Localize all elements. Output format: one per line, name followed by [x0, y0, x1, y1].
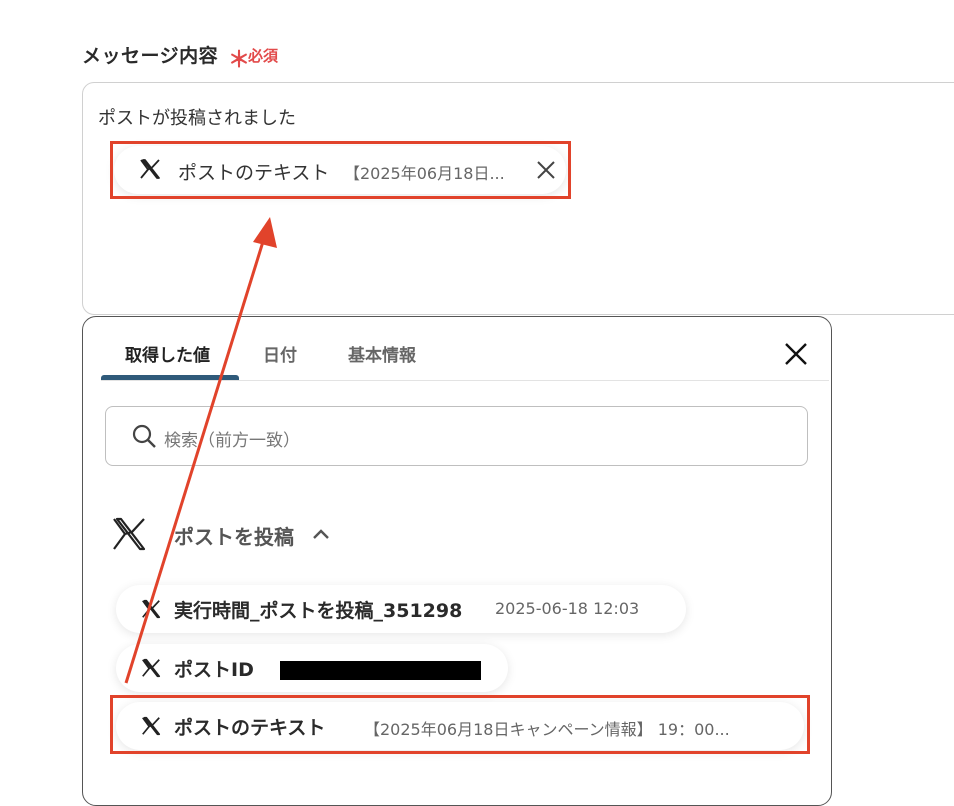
tab-date[interactable]: 日付: [263, 341, 297, 366]
list-item-value: 2025-06-18 12:03: [495, 599, 640, 618]
required-asterisk: ＊: [228, 48, 251, 73]
tab-acquired-values[interactable]: 取得した値: [125, 341, 210, 366]
tab-divider: [101, 380, 829, 381]
x-logo-icon: [113, 517, 146, 551]
list-item[interactable]: 実行時間_ポストを投稿_351298 2025-06-18 12:03: [116, 585, 686, 633]
search-icon: [132, 424, 156, 448]
field-label: メッセージ内容: [82, 45, 219, 67]
message-text: ポストが投稿されました: [98, 108, 296, 129]
redacted-value: [280, 661, 481, 680]
close-icon[interactable]: [783, 341, 809, 367]
chevron-up-icon[interactable]: [312, 527, 330, 541]
list-item-label: ポストID: [174, 659, 254, 681]
highlight-box-item: [110, 695, 810, 754]
x-logo-icon: [142, 658, 161, 678]
highlight-box-chip: [110, 141, 571, 199]
required-label: 必須: [248, 47, 279, 65]
group-title[interactable]: ポストを投稿: [174, 521, 294, 550]
x-logo-icon: [142, 599, 161, 619]
list-item-label: 実行時間_ポストを投稿_351298: [174, 600, 463, 622]
search-placeholder: 検索（前方一致）: [164, 431, 300, 451]
tab-basic-info[interactable]: 基本情報: [348, 341, 416, 366]
